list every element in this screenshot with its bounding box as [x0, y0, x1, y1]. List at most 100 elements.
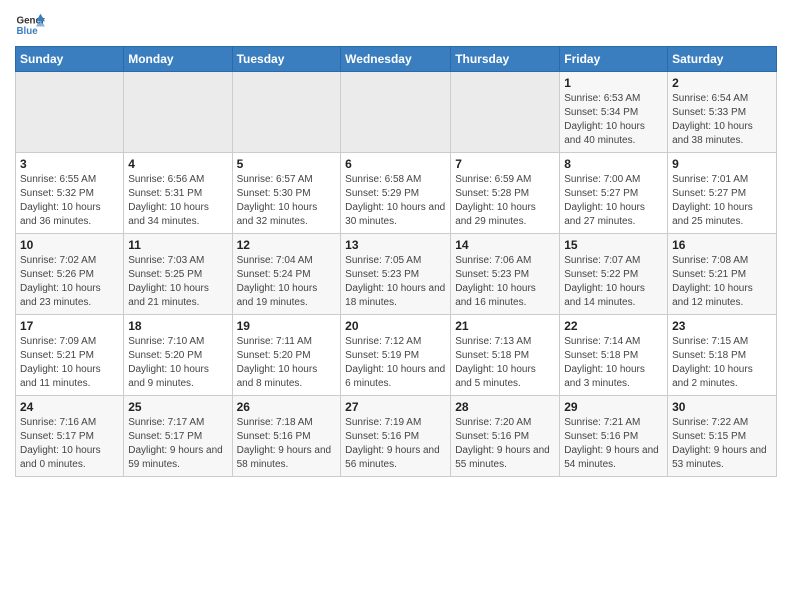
logo-icon: General Blue [15, 10, 45, 40]
calendar-day-cell: 1Sunrise: 6:53 AM Sunset: 5:34 PM Daylig… [560, 72, 668, 153]
calendar-day-cell: 13 Sunrise: 7:05 AM Sunset: 5:23 PM Dayli… [341, 234, 451, 315]
day-number: 11 [128, 238, 227, 252]
day-number: 12 [237, 238, 337, 252]
calendar-day-cell: 3 Sunrise: 6:55 AM Sunset: 5:32 PM Daylig… [16, 153, 124, 234]
day-info: Sunrise: 7:07 AM Sunset: 5:22 PM Dayligh… [564, 254, 663, 310]
calendar-day-cell [232, 72, 341, 153]
weekday-header-monday: Monday [124, 47, 232, 72]
day-info: Sunrise: 7:16 AM Sunset: 5:17 PM Dayligh… [20, 416, 119, 472]
weekday-header-thursday: Thursday [451, 47, 560, 72]
day-number: 22 [564, 319, 663, 333]
calendar-week-row: 1Sunrise: 6:53 AM Sunset: 5:34 PM Daylig… [16, 72, 777, 153]
calendar-day-cell: 23 Sunrise: 7:15 AM Sunset: 5:18 PM Dayli… [668, 315, 777, 396]
day-number: 8 [564, 157, 663, 171]
day-number: 14 [455, 238, 555, 252]
day-info: Sunrise: 6:56 AM Sunset: 5:31 PM Dayligh… [128, 173, 227, 229]
calendar-day-cell: 8 Sunrise: 7:00 AM Sunset: 5:27 PM Daylig… [560, 153, 668, 234]
calendar-day-cell: 15 Sunrise: 7:07 AM Sunset: 5:22 PM Dayli… [560, 234, 668, 315]
calendar-day-cell: 10 Sunrise: 7:02 AM Sunset: 5:26 PM Dayli… [16, 234, 124, 315]
calendar-day-cell: 19 Sunrise: 7:11 AM Sunset: 5:20 PM Dayli… [232, 315, 341, 396]
day-number: 6 [345, 157, 446, 171]
day-info: Sunrise: 7:13 AM Sunset: 5:18 PM Dayligh… [455, 335, 555, 391]
day-info: Sunrise: 7:03 AM Sunset: 5:25 PM Dayligh… [128, 254, 227, 310]
day-info: Sunrise: 7:15 AM Sunset: 5:18 PM Dayligh… [672, 335, 772, 391]
calendar-day-cell: 30 Sunrise: 7:22 AM Sunset: 5:15 PM Dayli… [668, 396, 777, 477]
day-number: 16 [672, 238, 772, 252]
day-number: 10 [20, 238, 119, 252]
day-number: 21 [455, 319, 555, 333]
calendar-week-row: 17Sunrise: 7:09 AM Sunset: 5:21 PM Dayli… [16, 315, 777, 396]
calendar-day-cell: 22 Sunrise: 7:14 AM Sunset: 5:18 PM Dayli… [560, 315, 668, 396]
day-number: 27 [345, 400, 446, 414]
day-info: Sunrise: 7:11 AM Sunset: 5:20 PM Dayligh… [237, 335, 337, 391]
day-number: 29 [564, 400, 663, 414]
calendar-week-row: 24 Sunrise: 7:16 AM Sunset: 5:17 PM Dayli… [16, 396, 777, 477]
calendar-day-cell: 16 Sunrise: 7:08 AM Sunset: 5:21 PM Dayli… [668, 234, 777, 315]
day-info: Sunrise: 7:05 AM Sunset: 5:23 PM Dayligh… [345, 254, 446, 310]
weekday-header-sunday: Sunday [16, 47, 124, 72]
calendar-day-cell: 17Sunrise: 7:09 AM Sunset: 5:21 PM Dayli… [16, 315, 124, 396]
day-info: Sunrise: 7:00 AM Sunset: 5:27 PM Dayligh… [564, 173, 663, 229]
day-number: 15 [564, 238, 663, 252]
calendar-day-cell: 9 Sunrise: 7:01 AM Sunset: 5:27 PM Daylig… [668, 153, 777, 234]
day-number: 23 [672, 319, 772, 333]
day-number: 1 [564, 76, 663, 90]
weekday-header-wednesday: Wednesday [341, 47, 451, 72]
day-info: Sunrise: 6:55 AM Sunset: 5:32 PM Dayligh… [20, 173, 119, 229]
calendar-day-cell: 26 Sunrise: 7:18 AM Sunset: 5:16 PM Dayli… [232, 396, 341, 477]
day-number: 9 [672, 157, 772, 171]
calendar-day-cell [16, 72, 124, 153]
calendar-day-cell [451, 72, 560, 153]
calendar-week-row: 3 Sunrise: 6:55 AM Sunset: 5:32 PM Daylig… [16, 153, 777, 234]
day-number: 5 [237, 157, 337, 171]
calendar-day-cell: 29 Sunrise: 7:21 AM Sunset: 5:16 PM Dayli… [560, 396, 668, 477]
calendar-day-cell: 11 Sunrise: 7:03 AM Sunset: 5:25 PM Dayli… [124, 234, 232, 315]
day-number: 18 [128, 319, 227, 333]
day-number: 26 [237, 400, 337, 414]
day-info: Sunrise: 7:17 AM Sunset: 5:17 PM Dayligh… [128, 416, 227, 472]
day-info: Sunrise: 7:22 AM Sunset: 5:15 PM Dayligh… [672, 416, 772, 472]
day-info: Sunrise: 7:10 AM Sunset: 5:20 PM Dayligh… [128, 335, 227, 391]
calendar-day-cell: 21 Sunrise: 7:13 AM Sunset: 5:18 PM Dayli… [451, 315, 560, 396]
calendar-day-cell [124, 72, 232, 153]
day-info: Sunrise: 7:14 AM Sunset: 5:18 PM Dayligh… [564, 335, 663, 391]
page: General Blue SundayMondayTuesdayWednesda… [0, 0, 792, 487]
day-info: Sunrise: 7:18 AM Sunset: 5:16 PM Dayligh… [237, 416, 337, 472]
day-number: 7 [455, 157, 555, 171]
day-info: Sunrise: 7:04 AM Sunset: 5:24 PM Dayligh… [237, 254, 337, 310]
day-number: 28 [455, 400, 555, 414]
day-info: Sunrise: 7:19 AM Sunset: 5:16 PM Dayligh… [345, 416, 446, 472]
weekday-header-friday: Friday [560, 47, 668, 72]
weekday-header-tuesday: Tuesday [232, 47, 341, 72]
day-info: Sunrise: 7:06 AM Sunset: 5:23 PM Dayligh… [455, 254, 555, 310]
day-info: Sunrise: 7:02 AM Sunset: 5:26 PM Dayligh… [20, 254, 119, 310]
day-info: Sunrise: 7:21 AM Sunset: 5:16 PM Dayligh… [564, 416, 663, 472]
day-info: Sunrise: 7:08 AM Sunset: 5:21 PM Dayligh… [672, 254, 772, 310]
calendar-day-cell: 5 Sunrise: 6:57 AM Sunset: 5:30 PM Daylig… [232, 153, 341, 234]
header: General Blue [15, 10, 777, 40]
calendar-day-cell [341, 72, 451, 153]
day-number: 17 [20, 319, 119, 333]
calendar-table: SundayMondayTuesdayWednesdayThursdayFrid… [15, 46, 777, 477]
day-number: 30 [672, 400, 772, 414]
weekday-header-row: SundayMondayTuesdayWednesdayThursdayFrid… [16, 47, 777, 72]
day-number: 3 [20, 157, 119, 171]
day-info: Sunrise: 6:54 AM Sunset: 5:33 PM Dayligh… [672, 92, 772, 148]
calendar-day-cell: 6 Sunrise: 6:58 AM Sunset: 5:29 PM Daylig… [341, 153, 451, 234]
day-number: 4 [128, 157, 227, 171]
svg-text:Blue: Blue [17, 26, 39, 37]
day-number: 24 [20, 400, 119, 414]
day-info: Sunrise: 6:59 AM Sunset: 5:28 PM Dayligh… [455, 173, 555, 229]
logo-area: General Blue [15, 10, 49, 40]
day-info: Sunrise: 7:01 AM Sunset: 5:27 PM Dayligh… [672, 173, 772, 229]
day-info: Sunrise: 7:12 AM Sunset: 5:19 PM Dayligh… [345, 335, 446, 391]
calendar-day-cell: 25Sunrise: 7:17 AM Sunset: 5:17 PM Dayli… [124, 396, 232, 477]
day-number: 13 [345, 238, 446, 252]
day-number: 20 [345, 319, 446, 333]
calendar-day-cell: 27 Sunrise: 7:19 AM Sunset: 5:16 PM Dayli… [341, 396, 451, 477]
day-number: 2 [672, 76, 772, 90]
day-number: 19 [237, 319, 337, 333]
day-info: Sunrise: 6:57 AM Sunset: 5:30 PM Dayligh… [237, 173, 337, 229]
calendar-week-row: 10 Sunrise: 7:02 AM Sunset: 5:26 PM Dayli… [16, 234, 777, 315]
day-info: Sunrise: 6:58 AM Sunset: 5:29 PM Dayligh… [345, 173, 446, 229]
